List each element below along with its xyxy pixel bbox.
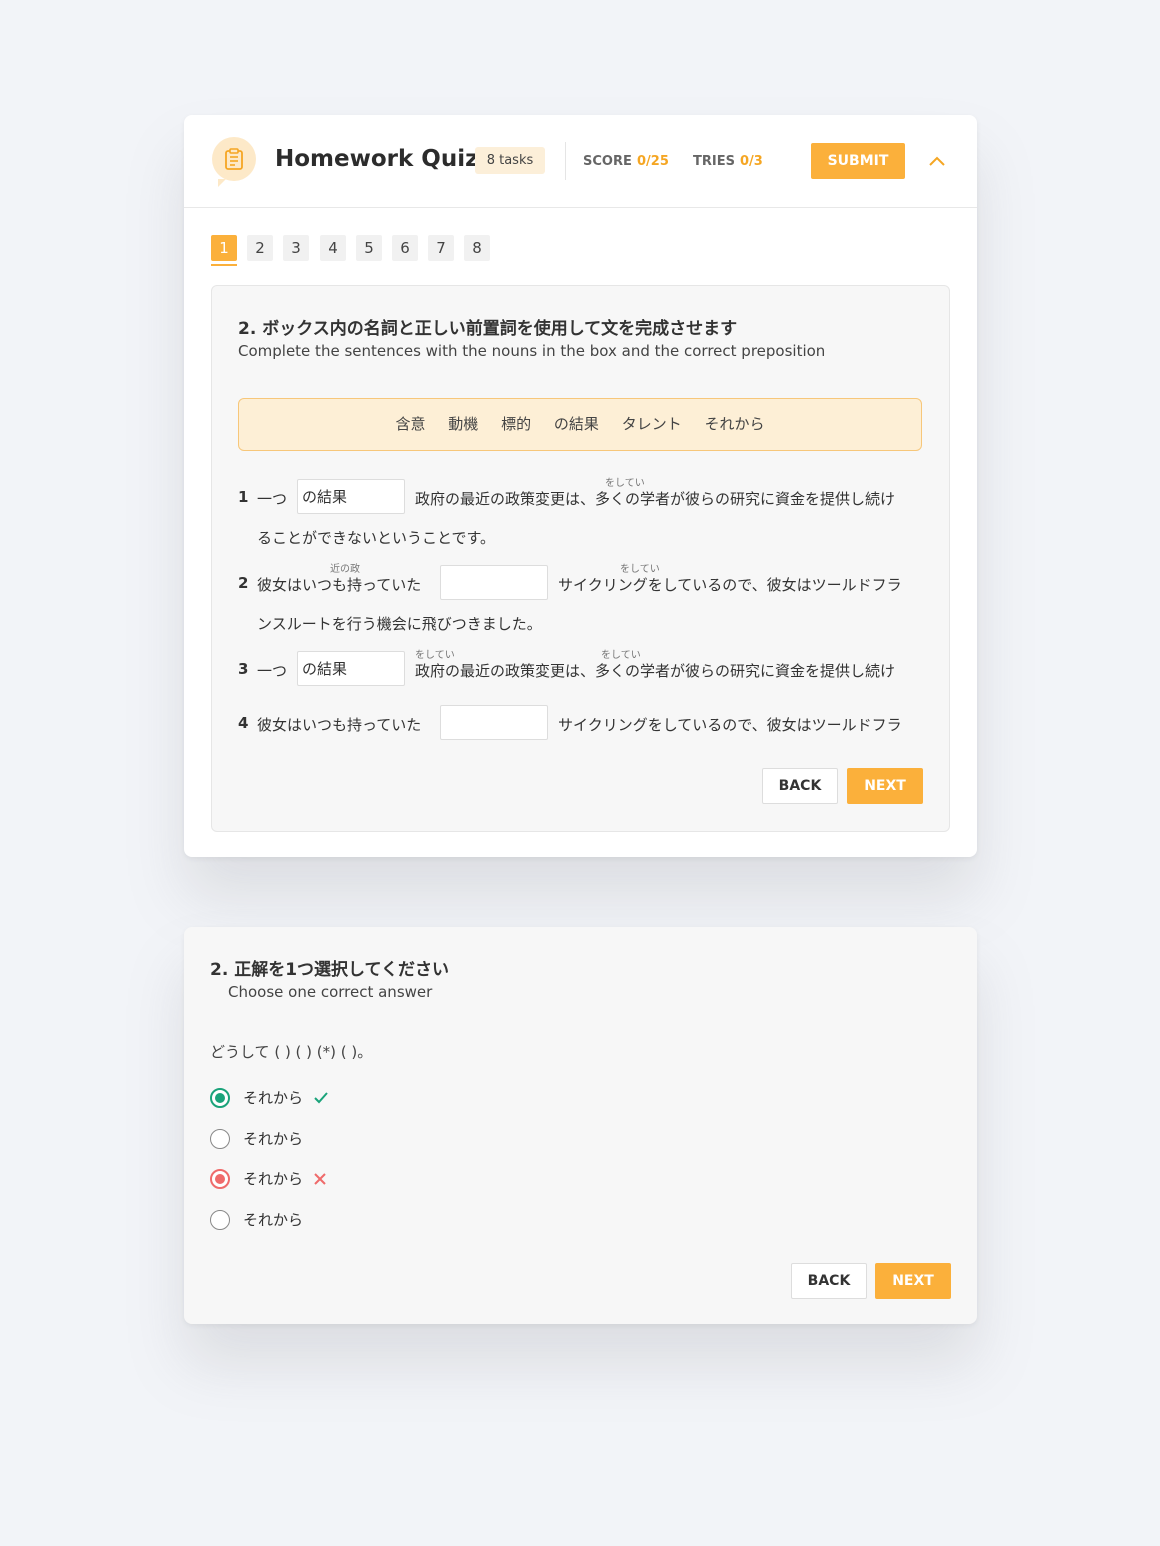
row-before-text: 一つ [257,662,288,680]
option-label: それから [243,1130,304,1148]
row-after-text: 政府の最近の政策変更は、多くの学者が彼らの研究に資金を提供し続け [415,490,896,508]
chevron-up-icon[interactable] [927,151,947,171]
back-button[interactable]: BACK [762,768,838,804]
back-button[interactable]: BACK [791,1263,867,1299]
tries-label: TRIES [693,154,735,169]
page-5[interactable]: 5 [356,235,382,261]
page-8[interactable]: 8 [464,235,490,261]
question-subtitle: Complete the sentences with the nouns in… [238,342,826,360]
word-item: の結果 [553,415,599,433]
quiz-header: Homework Quiz 8 tasks SCORE 0/25 TRIES 0… [184,115,977,208]
ruby-annotation: をしてい [620,564,660,575]
word-item: 動機 [448,415,479,433]
page-1[interactable]: 1 [211,235,237,266]
question-title: 2. 正解を1つ選択してください [210,960,450,980]
row-continuation: ンスルートを行う機会に飛びつきました。 [257,615,542,633]
question-title: 2. ボックス内の名詞と正しい前置詞を使用して文を完成させます [238,319,738,339]
radio-button[interactable] [210,1129,230,1149]
clipboard-icon [212,137,256,187]
check-icon [314,1092,328,1104]
option-label: それから [243,1089,304,1107]
next-button[interactable]: NEXT [847,768,923,804]
ruby-annotation: をしてい [601,650,641,661]
row-before-text: 彼女はいつも持っていた [257,576,422,594]
page-4[interactable]: 4 [320,235,346,261]
word-item: 標的 [501,415,532,433]
task-panel: 2. ボックス内の名詞と正しい前置詞を使用して文を完成させます Complete… [211,285,950,832]
page-7[interactable]: 7 [428,235,454,261]
score-value: 0/25 [637,154,669,169]
answer-input-3[interactable]: の結果 [297,651,405,686]
row-number: 3 [238,660,249,678]
option-label: それから [243,1211,304,1229]
word-box: 含意 動機 標的 の結果 タレント それから [238,398,922,451]
question-subtitle: Choose one correct answer [228,983,433,1001]
answer-input-4[interactable] [440,705,548,740]
row-after-text: サイクリングをしているので、彼女はツールドフラ [558,576,902,594]
page-6[interactable]: 6 [392,235,418,261]
word-item: それから [704,415,765,433]
row-number: 1 [238,488,249,506]
page-2[interactable]: 2 [247,235,273,261]
divider [565,142,566,180]
submit-button[interactable]: SUBMIT [811,143,905,179]
radio-button[interactable] [210,1210,230,1230]
single-choice-card: 2. 正解を1つ選択してください Choose one correct answ… [184,927,977,1324]
tasks-badge: 8 tasks [475,147,545,174]
tries-value: 0/3 [740,154,763,169]
row-after-text: サイクリングをしているので、彼女はツールドフラ [558,716,902,734]
row-number: 2 [238,574,249,592]
row-before-text: 一つ [257,490,288,508]
ruby-annotation: をしてい [605,478,645,489]
row-after-text: 政府の最近の政策変更は、多くの学者が彼らの研究に資金を提供し続け [415,662,896,680]
page-title: Homework Quiz [275,146,479,172]
answer-input-1[interactable]: の結果 [297,479,405,514]
option-label: それから [243,1170,304,1188]
word-item: タレント [621,415,682,433]
next-button[interactable]: NEXT [875,1263,951,1299]
row-before-text: 彼女はいつも持っていた [257,716,422,734]
row-number: 4 [238,714,249,732]
word-item: 含意 [395,415,426,433]
question-prompt: どうして ( ) ( ) (*) ( )。 [210,1043,373,1061]
radio-selected-wrong[interactable] [210,1169,230,1189]
ruby-annotation: 近の政 [330,564,360,575]
ruby-annotation: をしてい [415,650,455,661]
score-label: SCORE [583,154,632,169]
cross-icon [314,1173,326,1185]
answer-input-2[interactable] [440,565,548,600]
row-continuation: ることができないということです。 [257,529,496,547]
page-3[interactable]: 3 [283,235,309,261]
quiz-card: Homework Quiz 8 tasks SCORE 0/25 TRIES 0… [184,115,977,857]
radio-selected-correct[interactable] [210,1088,230,1108]
